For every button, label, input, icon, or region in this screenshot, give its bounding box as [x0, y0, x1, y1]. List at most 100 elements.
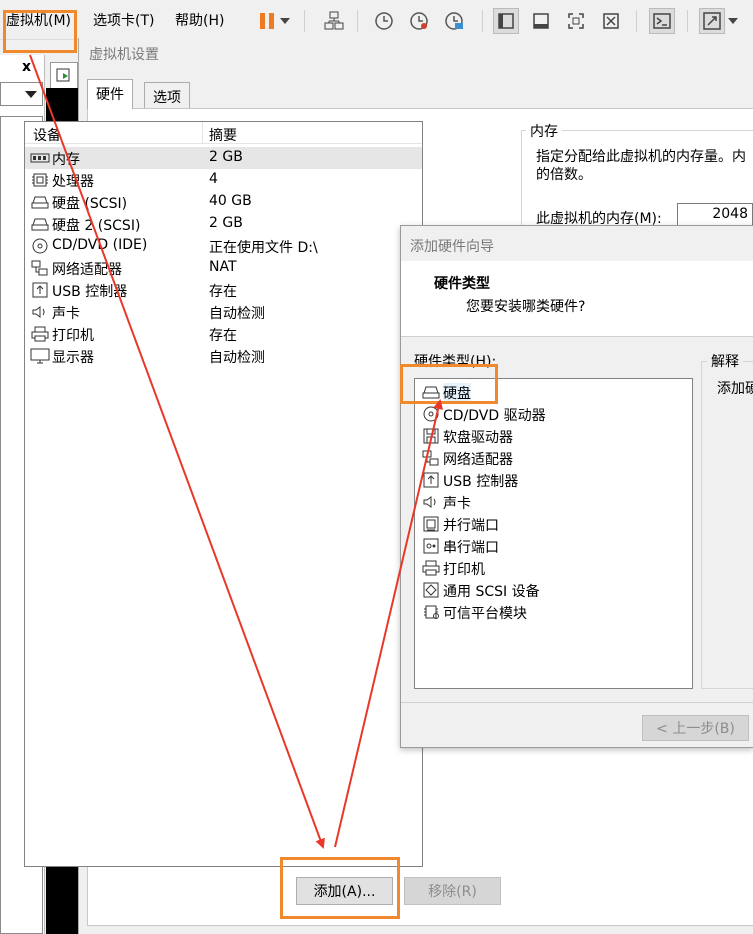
hardware-type-name: 声卡	[443, 496, 471, 512]
hardware-type-item[interactable]: 软盘驱动器	[419, 425, 689, 447]
hardware-type-label: 硬件类型(H):	[414, 354, 497, 370]
device-name: 硬盘 (SCSI)	[52, 196, 128, 212]
hardware-type-name: CD/DVD 驱动器	[443, 408, 546, 424]
back-button[interactable]: < 上一步(B)	[642, 715, 749, 741]
device-row-hard-disk[interactable]: 硬盘 (SCSI) 40 GB	[25, 191, 422, 213]
device-name: 打印机	[52, 328, 94, 344]
explanation-group	[701, 361, 753, 689]
menu-help[interactable]: 帮助(H)	[175, 10, 224, 30]
explanation-title: 解释	[707, 351, 743, 371]
hardware-type-list[interactable]: 硬盘 CD/DVD 驱动器 软盘驱动器 网络适配器 USB 控制器 声卡 并行端…	[414, 378, 693, 689]
device-row-network-adapter[interactable]: 网络适配器 NAT	[25, 257, 422, 279]
device-name: 处理器	[52, 174, 94, 190]
hardware-type-item[interactable]: 硬盘	[419, 381, 689, 403]
library-filter-combo[interactable]	[0, 82, 43, 106]
hard-disk-icon	[30, 194, 50, 210]
column-summary[interactable]: 摘要	[209, 125, 237, 145]
menu-tabs[interactable]: 选项卡(T)	[93, 10, 154, 30]
device-summary: 自动检测	[209, 306, 265, 322]
hardware-type-name: 通用 SCSI 设备	[443, 584, 540, 600]
tab-hardware[interactable]: 硬件	[87, 79, 133, 109]
processor-icon	[30, 172, 50, 188]
device-summary: 存在	[209, 328, 237, 344]
cd-dvd-icon	[421, 406, 441, 422]
sound-card-icon	[421, 494, 441, 510]
usb-controller-icon	[30, 282, 50, 298]
memory-size-input[interactable]: 2048	[677, 203, 753, 227]
device-name: 内存	[52, 152, 80, 168]
device-summary: 2 GB	[209, 149, 243, 165]
terminal-icon[interactable]	[649, 8, 675, 34]
device-row-sound-card[interactable]: 声卡 自动检测	[25, 301, 422, 323]
wizard-heading: 硬件类型	[434, 276, 490, 292]
device-name: USB 控制器	[52, 284, 128, 300]
menubar: 虚拟机(M) 选项卡(T) 帮助(H)	[0, 0, 753, 40]
device-row-memory[interactable]: 内存 2 GB	[25, 147, 422, 169]
tpm-icon	[421, 604, 441, 620]
toolbar-separator	[482, 10, 483, 32]
toolbar-separator	[357, 10, 358, 32]
device-summary: 存在	[209, 284, 237, 300]
hardware-type-item[interactable]: USB 控制器	[419, 469, 689, 491]
hardware-type-name: 打印机	[443, 562, 485, 578]
network-icon[interactable]	[321, 8, 347, 34]
device-name: CD/DVD (IDE)	[52, 237, 148, 253]
device-row-usb-controller[interactable]: USB 控制器 存在	[25, 279, 422, 301]
tab-options[interactable]: 选项	[144, 82, 190, 108]
remove-hardware-button[interactable]: 移除(R)	[404, 877, 501, 905]
stretch-dropdown-icon[interactable]	[726, 8, 740, 34]
stretch-icon[interactable]	[699, 8, 725, 34]
console-view-icon[interactable]	[528, 8, 554, 34]
usb-controller-icon	[421, 472, 441, 488]
hardware-type-item[interactable]: 网络适配器	[419, 447, 689, 469]
add-hardware-wizard: 添加硬件向导 硬件类型 您要安装哪类硬件? 硬件类型(H): 硬盘 CD/DVD…	[400, 225, 753, 748]
device-row-cd-dvd[interactable]: CD/DVD (IDE) 正在使用文件 D:\	[25, 235, 422, 257]
memory-description: 指定分配给此虚拟机的内存量。内 的倍数。	[536, 149, 746, 183]
pause-dropdown-icon[interactable]	[278, 8, 292, 34]
hardware-type-item[interactable]: 打印机	[419, 557, 689, 579]
hard-disk-icon	[30, 216, 50, 232]
device-name: 声卡	[52, 306, 80, 322]
pause-icon[interactable]	[254, 8, 280, 34]
chevron-down-icon	[25, 91, 37, 98]
parallel-port-icon	[421, 516, 441, 532]
device-row-display[interactable]: 显示器 自动检测	[25, 345, 422, 367]
hardware-type-item[interactable]: 串行端口	[419, 535, 689, 557]
hardware-type-item[interactable]: CD/DVD 驱动器	[419, 403, 689, 425]
memory-group-title: 内存	[526, 121, 562, 141]
device-summary: 2 GB	[209, 215, 243, 231]
menu-vm[interactable]: 虚拟机(M)	[6, 10, 71, 30]
revert-snapshot-icon[interactable]	[406, 8, 432, 34]
fullscreen-icon[interactable]	[563, 8, 589, 34]
explanation-text: 添加硬	[717, 381, 753, 397]
device-row-hard-disk-2[interactable]: 硬盘 2 (SCSI) 2 GB	[25, 213, 422, 235]
unity-icon[interactable]	[598, 8, 624, 34]
wizard-header: 硬件类型 您要安装哪类硬件?	[401, 261, 753, 337]
hardware-type-item[interactable]: 声卡	[419, 491, 689, 513]
hardware-type-item[interactable]: 可信平台模块	[419, 601, 689, 623]
normal-view-icon[interactable]	[493, 8, 519, 34]
device-row-processor[interactable]: 处理器 4	[25, 169, 422, 191]
snapshot-icon[interactable]	[371, 8, 397, 34]
column-device[interactable]: 设备	[33, 125, 61, 145]
device-row-printer[interactable]: 打印机 存在	[25, 323, 422, 345]
device-name: 显示器	[52, 350, 94, 366]
floppy-icon	[421, 428, 441, 444]
memory-icon	[30, 150, 50, 166]
device-list[interactable]: 设备 摘要 内存 2 GB 处理器 4 硬盘 (SCSI) 40 GB 硬盘 2…	[24, 121, 423, 867]
hardware-type-item[interactable]: 通用 SCSI 设备	[419, 579, 689, 601]
cd-dvd-icon	[30, 238, 50, 254]
add-hardware-button[interactable]: 添加(A)...	[296, 877, 393, 905]
scsi-device-icon	[421, 582, 441, 598]
network-adapter-icon	[421, 450, 441, 466]
toolbar-separator	[687, 10, 688, 32]
hardware-type-name: USB 控制器	[443, 474, 519, 490]
snapshot-manager-icon[interactable]	[441, 8, 467, 34]
network-adapter-icon	[30, 260, 50, 276]
hardware-type-name: 可信平台模块	[443, 606, 527, 622]
library-close-icon[interactable]: x	[22, 59, 31, 75]
vm-tab-icon[interactable]	[50, 62, 78, 88]
printer-icon	[30, 326, 50, 342]
wizard-title: 添加硬件向导	[410, 239, 494, 255]
hardware-type-item[interactable]: 并行端口	[419, 513, 689, 535]
